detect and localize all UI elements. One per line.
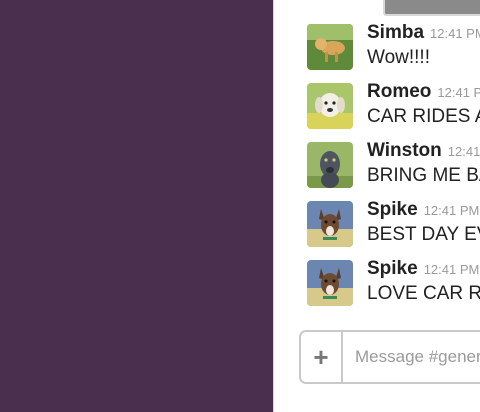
message-item: Spike12:41 PM LOVE CAR RIDES [273, 258, 480, 314]
message-input[interactable]: Message #general [355, 347, 480, 367]
message-composer: + Message #general [299, 330, 480, 384]
sender-name[interactable]: Romeo12:41 PM [367, 81, 480, 103]
winston-avatar[interactable] [307, 142, 353, 188]
romeo-avatar[interactable] [307, 83, 353, 129]
attached-image[interactable] [383, 0, 480, 16]
timestamp[interactable]: 12:41 PM [437, 85, 480, 100]
message-text: BEST DAY EVER [367, 224, 480, 245]
simba-avatar[interactable] [307, 24, 353, 70]
timestamp[interactable]: 12:41 PM [424, 203, 480, 218]
message-item: Romeo12:41 PM CAR RIDES ARE THE BEST [273, 81, 480, 137]
message-text: CAR RIDES ARE THE BEST [367, 106, 480, 127]
message-pane: Simba12:41 PM Wow!!!! Romeo12:41 PM CAR … [273, 0, 480, 412]
sender-name[interactable]: Spike 12:41 PM [367, 258, 479, 280]
message-text: Wow!!!! [367, 47, 430, 68]
spike-avatar[interactable] [307, 201, 353, 247]
plus-icon[interactable]: + [301, 332, 343, 382]
message-item: Spike12:41 PM BEST DAY EVER [273, 199, 480, 255]
sidebar [0, 0, 273, 412]
sender-name[interactable]: Winston12:41 PM [367, 140, 480, 162]
sender-name[interactable]: Spike 12:41 PM [367, 199, 479, 221]
message-item: Winston12:41 PM BRING ME BACK [273, 140, 480, 196]
timestamp[interactable]: 12:41 PM [424, 262, 480, 277]
message-text: LOVE CAR RIDES [367, 283, 480, 304]
message-text: BRING ME BACK [367, 165, 480, 186]
sender-name[interactable]: Simba12:41 PM [367, 22, 480, 44]
message-item: Simba12:41 PM Wow!!!! [273, 22, 480, 78]
timestamp[interactable]: 12:41 PM [430, 26, 480, 41]
spike-avatar[interactable] [307, 260, 353, 306]
timestamp[interactable]: 12:41 PM [448, 144, 480, 159]
